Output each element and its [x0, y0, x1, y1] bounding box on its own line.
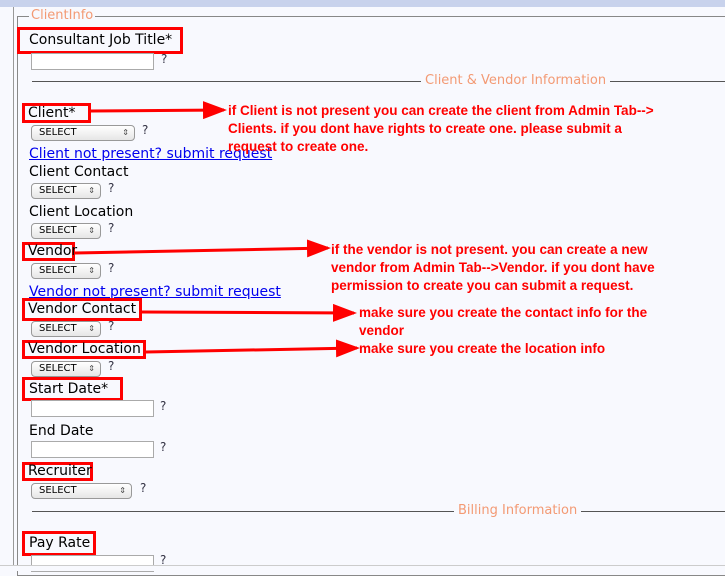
note-line: vendor from Admin Tab-->Vendor. if you d… [331, 260, 655, 275]
arrow-vendor [74, 239, 331, 258]
note-vendor-location: make sure you create the location info [359, 340, 605, 358]
note-line: vendor [359, 323, 405, 338]
note-line: Clients. if you dont have rights to crea… [228, 121, 622, 136]
note-line: if the vendor is not present. you can cr… [331, 242, 648, 257]
note-client: if Client is not present you can create … [228, 102, 654, 156]
footer [0, 565, 725, 571]
arrow-client [90, 101, 227, 120]
note-vendor-contact: make sure you create the contact info fo… [359, 304, 647, 340]
note-line: permission to create you can submit a re… [331, 278, 634, 293]
note-line: request to create one. [228, 139, 369, 154]
note-line: make sure you create the location info [359, 341, 606, 356]
note-line: if Client is not present you can create … [228, 103, 654, 118]
arrow-vendor-contact [141, 303, 357, 322]
arrow-vendor-location [145, 339, 360, 358]
note-vendor: if the vendor is not present. you can cr… [331, 241, 655, 295]
note-line: make sure you create the contact info fo… [359, 305, 648, 320]
